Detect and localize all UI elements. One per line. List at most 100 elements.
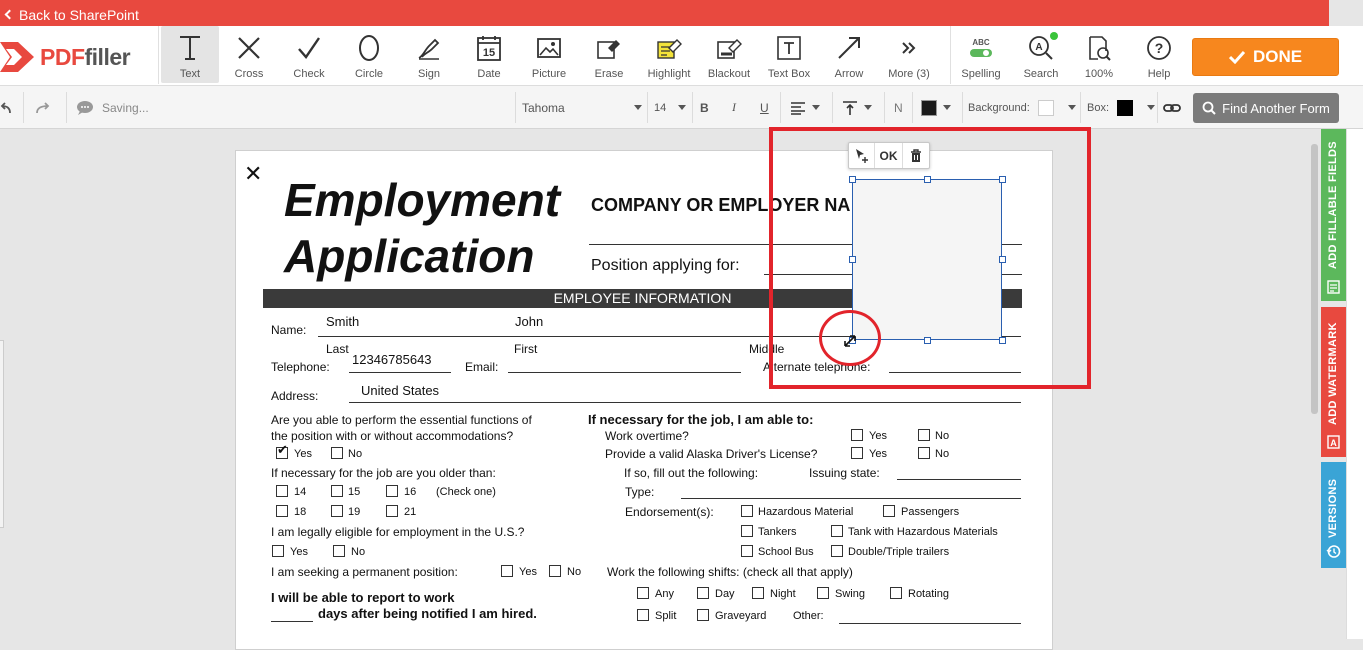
eligible-no-checkbox[interactable] xyxy=(333,545,345,557)
redo-button[interactable] xyxy=(34,86,56,129)
age-21-checkbox[interactable] xyxy=(386,505,398,517)
pdffiller-logo[interactable]: PDFfiller xyxy=(0,40,131,74)
shift-rotating-checkbox[interactable] xyxy=(890,587,902,599)
age-19-checkbox[interactable] xyxy=(331,505,343,517)
divider xyxy=(884,92,885,123)
permanent-yes-checkbox[interactable] xyxy=(501,565,513,577)
type-line[interactable] xyxy=(681,498,1021,499)
back-to-sharepoint-link[interactable]: Back to SharePoint xyxy=(2,2,139,28)
shift-split-checkbox[interactable] xyxy=(637,609,649,621)
tankers-checkbox[interactable] xyxy=(741,525,753,537)
highlight-icon xyxy=(654,34,684,62)
shift-swing-checkbox[interactable] xyxy=(817,587,829,599)
functions-yes-checkbox[interactable]: ✔ xyxy=(276,442,288,459)
name-label: Name: xyxy=(271,323,307,337)
report-line-2: days after being notified I am hired. xyxy=(318,606,537,621)
age-21-label: 21 xyxy=(404,506,417,518)
tool-zoom[interactable]: 100% xyxy=(1070,26,1128,83)
tool-text-box[interactable]: Text Box xyxy=(760,26,818,83)
undo-button[interactable] xyxy=(0,86,22,129)
tool-erase[interactable]: Erase xyxy=(580,26,638,83)
tool-more[interactable]: More (3) xyxy=(880,26,938,83)
age-15-checkbox[interactable] xyxy=(331,485,343,497)
telephone-value[interactable]: 12346785643 xyxy=(352,352,432,367)
tool-check[interactable]: Check xyxy=(280,26,338,83)
tool-blackout[interactable]: Blackout xyxy=(700,26,758,83)
age-14-checkbox[interactable] xyxy=(276,485,288,497)
done-button[interactable]: DONE xyxy=(1192,38,1339,76)
tool-circle[interactable]: Circle xyxy=(340,26,398,83)
box-color-select[interactable]: Box: xyxy=(1087,86,1156,129)
tool-help[interactable]: ? Help xyxy=(1130,26,1188,83)
font-size-select[interactable]: 14 xyxy=(654,86,686,129)
tool-spelling[interactable]: ABC Spelling xyxy=(952,26,1010,83)
tool-arrow[interactable]: Arrow xyxy=(820,26,878,83)
tank-hazmat-checkbox[interactable] xyxy=(831,525,843,537)
permanent-no-checkbox[interactable] xyxy=(549,565,561,577)
age-16-checkbox[interactable] xyxy=(386,485,398,497)
tool-picture[interactable]: Picture xyxy=(520,26,578,83)
email-label: Email: xyxy=(465,360,499,374)
tool-search[interactable]: A Search xyxy=(1012,26,1070,83)
italic-button[interactable]: I xyxy=(732,86,742,129)
passengers-checkbox[interactable] xyxy=(883,505,895,517)
tab-add-fillable-fields[interactable]: ADD FILLABLE FIELDS xyxy=(1321,129,1346,301)
underline-button[interactable]: U xyxy=(760,86,772,129)
last-name-value[interactable]: Smith xyxy=(326,314,359,329)
find-another-form-button[interactable]: Find Another Form xyxy=(1193,93,1339,123)
scrollbar-thumb[interactable] xyxy=(1311,144,1318,414)
first-name-value[interactable]: John xyxy=(515,314,543,329)
license-yes-checkbox[interactable] xyxy=(851,447,863,459)
shift-other-line[interactable] xyxy=(839,623,1021,624)
hazmat-checkbox[interactable] xyxy=(741,505,753,517)
sign-icon xyxy=(414,34,444,62)
eligible-yes-checkbox[interactable] xyxy=(272,545,284,557)
zoom-icon xyxy=(1084,34,1114,62)
tool-cross[interactable]: Cross xyxy=(220,26,278,83)
age-18-checkbox[interactable] xyxy=(276,505,288,517)
report-days-line[interactable] xyxy=(271,621,313,622)
q-older: If necessary for the job are you older t… xyxy=(271,466,496,480)
tool-highlight[interactable]: Highlight xyxy=(640,26,698,83)
age-15-label: 15 xyxy=(348,486,361,498)
license-no-checkbox[interactable] xyxy=(918,447,930,459)
shift-day-checkbox[interactable] xyxy=(697,587,709,599)
close-icon[interactable]: ✕ xyxy=(244,161,262,187)
tool-sign[interactable]: Sign xyxy=(400,26,458,83)
double-triple-checkbox[interactable] xyxy=(831,545,843,557)
last-label: Last xyxy=(326,342,349,356)
school-bus-checkbox[interactable] xyxy=(741,545,753,557)
shift-any-checkbox[interactable] xyxy=(637,587,649,599)
normal-text-button[interactable]: N xyxy=(894,86,906,129)
address-value[interactable]: United States xyxy=(361,383,439,398)
overtime-no-checkbox[interactable] xyxy=(918,429,930,441)
overtime-yes-checkbox[interactable] xyxy=(851,429,863,441)
tool-text[interactable]: Text xyxy=(161,26,219,83)
link-button[interactable] xyxy=(1163,86,1183,129)
shift-night-checkbox[interactable] xyxy=(752,587,764,599)
functions-no-checkbox[interactable] xyxy=(331,447,343,459)
tab-add-watermark[interactable]: ADD WATERMARK A xyxy=(1321,307,1346,457)
email-line[interactable] xyxy=(508,372,741,373)
tool-label: Highlight xyxy=(647,68,691,80)
font-family-select[interactable]: Tahoma xyxy=(522,86,642,129)
redo-icon xyxy=(36,101,50,113)
bold-button[interactable]: B xyxy=(700,86,712,129)
tab-versions[interactable]: VERSIONS xyxy=(1321,462,1346,568)
text-color-select[interactable] xyxy=(921,86,957,129)
divider xyxy=(1157,92,1158,123)
divider xyxy=(692,92,693,123)
document-scrollbar[interactable] xyxy=(1310,136,1319,639)
valign-select[interactable] xyxy=(842,86,878,129)
first-label: First xyxy=(514,342,538,356)
age-14-label: 14 xyxy=(294,486,307,498)
issuing-state-line[interactable] xyxy=(897,479,1021,480)
align-select[interactable] xyxy=(790,86,826,129)
shift-rotating-label: Rotating xyxy=(908,588,949,600)
shift-graveyard-checkbox[interactable] xyxy=(697,609,709,621)
background-select[interactable]: Background: xyxy=(968,86,1076,129)
age-16-label: 16 xyxy=(404,486,417,498)
left-panel-edge[interactable] xyxy=(0,340,4,528)
yes-label: Yes xyxy=(869,448,887,460)
tool-date[interactable]: 15 Date xyxy=(460,26,518,83)
